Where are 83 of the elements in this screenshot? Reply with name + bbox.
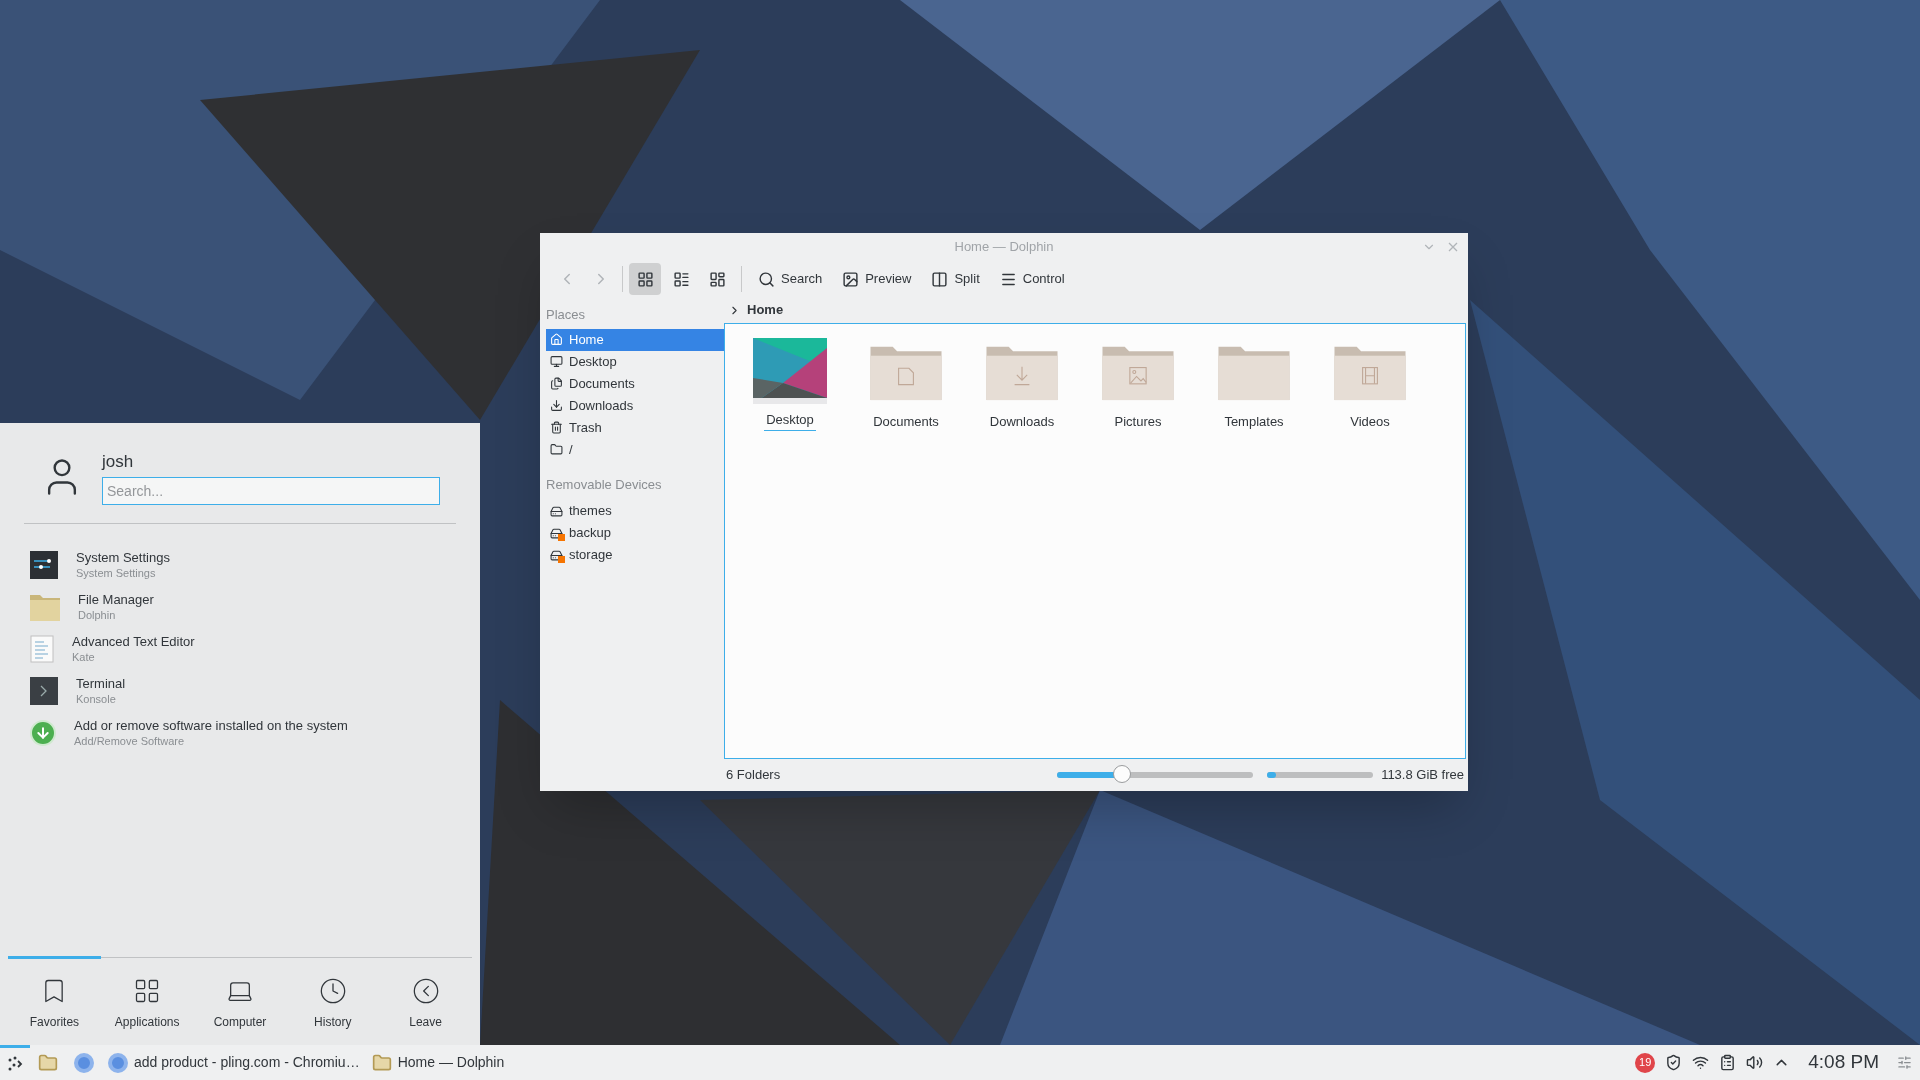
toolbar-button[interactable]: Split [923,264,988,294]
list-icon [672,270,690,288]
app-name: Add or remove software installed on the system [74,717,348,734]
clock[interactable]: 4:08 PM [1808,1048,1879,1077]
close-icon [1448,242,1458,252]
app-item[interactable]: System Settings System Settings [30,545,450,584]
app-description: System Settings [76,565,157,580]
clipboard-icon[interactable] [1719,1054,1737,1071]
view-mode-button[interactable] [629,263,661,295]
file-name[interactable]: Downloads [987,412,1057,432]
app-item[interactable]: File Manager Dolphin [30,587,450,626]
places-item[interactable]: Documents [546,372,724,395]
file-name[interactable]: Videos [1348,412,1392,432]
app-name: System Settings [76,549,170,566]
free-space-text: 113.8 GiB free [1381,766,1464,785]
panel-settings-icon[interactable] [1897,1055,1912,1070]
launcher-tab[interactable]: Leave [379,956,472,1037]
browser-icon [108,1052,128,1073]
section-heading: Places [546,306,587,324]
sliders-icon [30,550,58,579]
device-item[interactable]: storage [546,544,724,566]
notification-badge[interactable]: 19 [1635,1052,1656,1073]
folder-icon [550,443,563,456]
app-description: Konsole [76,691,117,706]
clock-icon [318,977,347,1005]
shield-icon[interactable] [1665,1054,1683,1071]
launcher-tab[interactable]: Favorites [8,956,101,1037]
toolbar-button[interactable]: Preview [834,264,920,294]
device-item[interactable]: themes [546,500,724,522]
launcher-tab[interactable]: Computer [193,956,287,1037]
zoom-slider-handle[interactable] [1112,765,1131,783]
browser-icon [74,1052,94,1073]
window-title: Home — Dolphin [954,238,1054,257]
folder-icon [371,1052,392,1073]
home-icon [550,333,563,346]
toolbar-button[interactable]: Control [991,264,1073,294]
file-name[interactable]: Pictures [1112,412,1164,432]
back-circle-icon [411,977,440,1005]
status-text: 6 Folders [726,766,782,785]
search-field[interactable]: Search... [102,476,440,505]
file-name[interactable]: Templates [1222,412,1286,432]
download-icon [550,399,563,412]
app-item[interactable]: Terminal Konsole [30,671,450,710]
image-icon [842,270,860,288]
breadcrumb-item[interactable]: Home [747,300,784,320]
grid-icon [636,270,654,288]
app-description: Dolphin [78,607,117,622]
folder-icon [30,592,60,621]
trash-icon [550,421,563,434]
wifi-icon[interactable] [1692,1054,1710,1071]
folder-icon [38,1052,58,1073]
tiles-icon [708,270,726,288]
volume-icon[interactable] [1746,1054,1764,1071]
task-button[interactable]: add product - pling.com - Chromiu… [102,1045,366,1080]
search-icon [758,270,775,288]
section-heading: Removable Devices [546,475,663,494]
toolbar-button[interactable]: Search [750,264,831,294]
app-name: Advanced Text Editor [72,633,195,650]
places-item[interactable]: Desktop [546,350,724,373]
app-name: Terminal [76,675,126,692]
split-view-icon [931,270,949,288]
download-icon [30,719,56,746]
places-item[interactable]: Downloads [546,394,724,417]
user-name: josh [102,451,135,473]
app-name: File Manager [78,591,154,608]
document-icon [30,634,54,663]
documents-icon [550,377,563,390]
monitor-icon [550,355,563,368]
terminal-icon [30,676,58,705]
places-item[interactable]: Home [546,328,724,351]
file-name[interactable]: Desktop [764,410,816,431]
places-item[interactable]: / [546,438,724,461]
device-item[interactable]: backup [546,522,724,544]
launcher-icon [7,1056,23,1072]
launcher-tab[interactable]: Applications [100,956,194,1037]
app-item[interactable]: Add or remove software installed on the system Add/Remove Software [30,713,450,752]
app-description: Add/Remove Software [74,733,186,748]
places-item[interactable]: Trash [546,416,724,439]
launcher-tab[interactable]: History [286,956,380,1037]
file-name[interactable]: Documents [871,412,941,432]
app-item[interactable]: Advanced Text Editor Kate [30,629,450,668]
app-description: Kate [72,649,96,664]
task-button[interactable]: Home — Dolphin [365,1045,511,1080]
